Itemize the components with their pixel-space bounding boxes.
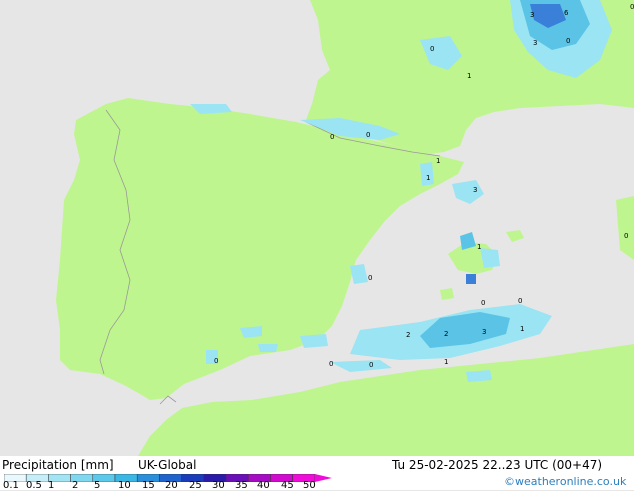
scale-tick-label: 15 xyxy=(142,480,155,491)
scale-tick-label: 0.1 xyxy=(3,480,19,491)
map-label: 0 xyxy=(330,133,334,141)
map-title: Precipitation [mm] xyxy=(2,458,114,472)
map-label: 0 xyxy=(630,3,634,11)
map-label: 0 xyxy=(430,45,434,53)
scale-tick-label: 0.5 xyxy=(26,480,42,491)
scale-arrow xyxy=(314,474,332,482)
map-label: 1 xyxy=(444,358,448,366)
scale-tick-label: 45 xyxy=(281,480,294,491)
scale-tick-label: 35 xyxy=(235,480,248,491)
map-label: 0 xyxy=(214,357,218,365)
model-name: UK-Global xyxy=(138,458,197,472)
map-label: 0 xyxy=(368,274,372,282)
map-label: 1 xyxy=(477,243,481,251)
map-label: 3 xyxy=(473,186,477,194)
map-label: 0 xyxy=(366,131,370,139)
map-label: 2 xyxy=(444,330,448,338)
scale-tick-label: 40 xyxy=(257,480,270,491)
scale-tick-label: 20 xyxy=(165,480,178,491)
land-ibiza xyxy=(440,288,454,300)
scale-tick-label: 2 xyxy=(72,480,79,491)
map-label: 1 xyxy=(520,325,524,333)
forecast-datetime: Tu 25-02-2025 22..23 UTC (00+47) xyxy=(392,458,603,472)
map-label: 3 xyxy=(530,11,534,19)
map-label: 2 xyxy=(406,331,410,339)
scale-tick-label: 10 xyxy=(118,480,131,491)
credit: ©weatheronline.co.uk xyxy=(504,475,627,488)
scale-tick-label: 5 xyxy=(94,480,101,491)
map-label: 1 xyxy=(426,174,430,182)
map-label: 0 xyxy=(369,361,373,369)
scale-tick-label: 1 xyxy=(48,480,55,491)
precipitation-map: 3 6 0 3 0 0 1 0 0 1 1 3 1 0 0 0 0 2 2 3 … xyxy=(0,0,634,456)
scale-tick-label: 30 xyxy=(212,480,225,491)
map-label: 3 xyxy=(482,328,486,336)
map-label: 0 xyxy=(518,297,522,305)
scale-tick-label: 50 xyxy=(303,480,316,491)
map-label: 0 xyxy=(329,360,333,368)
map-label: 0 xyxy=(481,299,485,307)
map-label: 6 xyxy=(564,9,569,17)
map-label: 1 xyxy=(436,157,440,165)
map-label: 0 xyxy=(624,232,628,240)
forecast-viewer: 3 6 0 3 0 0 1 0 0 1 1 3 1 0 0 0 0 2 2 3 … xyxy=(0,0,634,491)
scale-tick-label: 25 xyxy=(189,480,202,491)
map-label: 3 xyxy=(533,39,537,47)
map-label: 0 xyxy=(566,37,570,45)
map-label: 1 xyxy=(467,72,471,80)
